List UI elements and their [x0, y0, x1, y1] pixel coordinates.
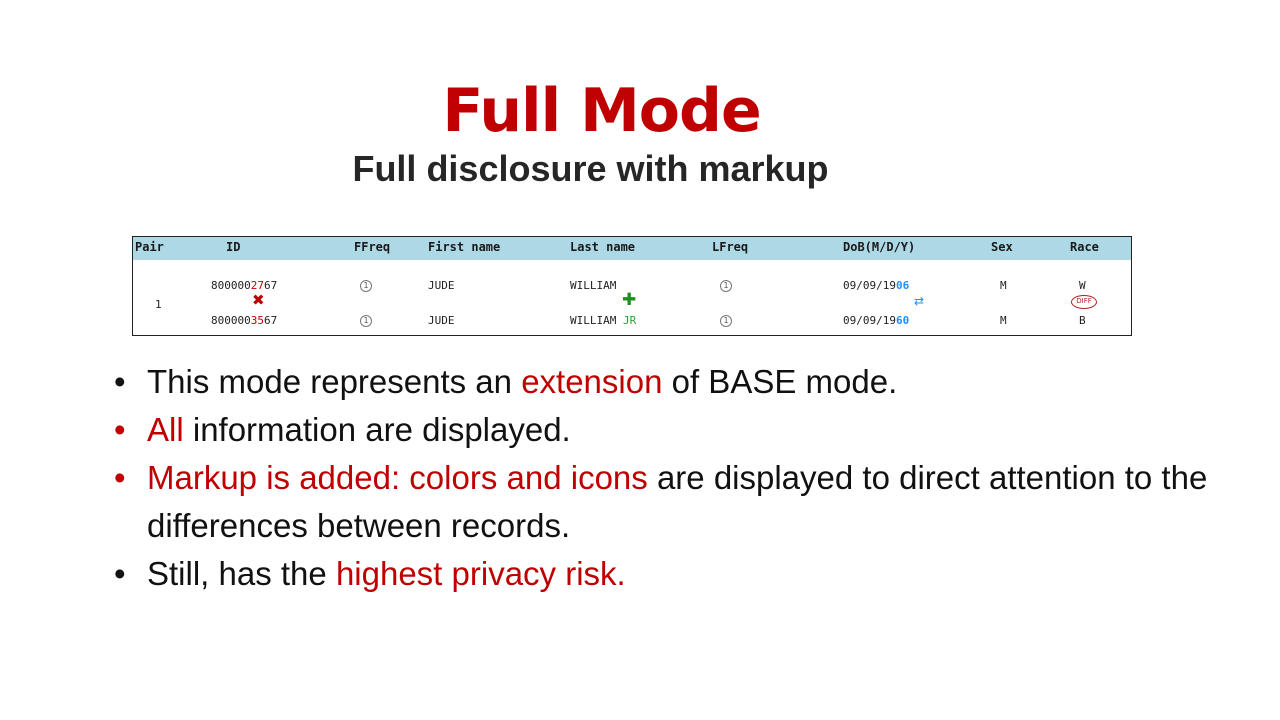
bullet-list: • This mode represents an extension of BA…	[112, 358, 1212, 598]
pair-number: 1	[155, 298, 162, 311]
header-sex: Sex	[991, 240, 1013, 254]
row2-id: 8000003567	[211, 314, 278, 327]
row2-race: B	[1079, 314, 1086, 327]
bullet-dot: •	[114, 363, 126, 400]
row1-race: W	[1079, 279, 1086, 292]
race-diff-badge: DIFF	[1071, 295, 1097, 309]
bullet-item: • This mode represents an extension of BA…	[112, 358, 1212, 406]
bullet-item: • All information are displayed.	[112, 406, 1212, 454]
record-comparison-table: Pair ID FFreq First name Last name LFreq…	[132, 236, 1132, 336]
bullet-dot: •	[114, 411, 126, 448]
row1-first-name: JUDE	[428, 279, 455, 292]
bullet-dot: •	[114, 555, 126, 592]
header-id: ID	[226, 240, 241, 254]
id-difference-x-icon: ✖	[252, 291, 265, 309]
bullet-item: • Still, has the highest privacy risk.	[112, 550, 1212, 598]
header-race: Race	[1070, 240, 1099, 254]
slide-subtitle: Full disclosure with markup	[352, 148, 829, 189]
header-last-name: Last name	[570, 240, 636, 254]
row1-lfreq-badge: 1	[720, 280, 732, 292]
slide-title: Full Mode	[442, 76, 761, 146]
row1-ffreq-badge: 1	[360, 280, 372, 292]
last-name-addition-plus-icon: ✚	[622, 290, 637, 310]
bullet-item: • Markup is added: colors and icons are d…	[112, 454, 1212, 550]
row2-sex: M	[1000, 314, 1007, 327]
row1-id: 8000002767	[211, 279, 278, 292]
header-first-name: First name	[428, 240, 501, 254]
header-lfreq: LFreq	[712, 240, 749, 254]
header-dob: DoB(M/D/Y)	[843, 240, 916, 254]
row2-dob: 09/09/1960	[843, 314, 910, 327]
header-ffreq: FFreq	[354, 240, 391, 254]
table-header-row: Pair ID FFreq First name Last name LFreq…	[133, 237, 1131, 260]
row2-last-name: WILLIAM JR	[570, 314, 637, 327]
row1-sex: M	[1000, 279, 1007, 292]
row2-ffreq-badge: 1	[360, 315, 372, 327]
dob-transpose-swap-icon: ⇄	[914, 294, 925, 308]
row2-first-name: JUDE	[428, 314, 455, 327]
row1-last-name: WILLIAM	[570, 279, 617, 292]
bullet-dot: •	[114, 459, 126, 496]
row1-dob: 09/09/1906	[843, 279, 910, 292]
header-pair: Pair	[135, 240, 164, 254]
row2-lfreq-badge: 1	[720, 315, 732, 327]
